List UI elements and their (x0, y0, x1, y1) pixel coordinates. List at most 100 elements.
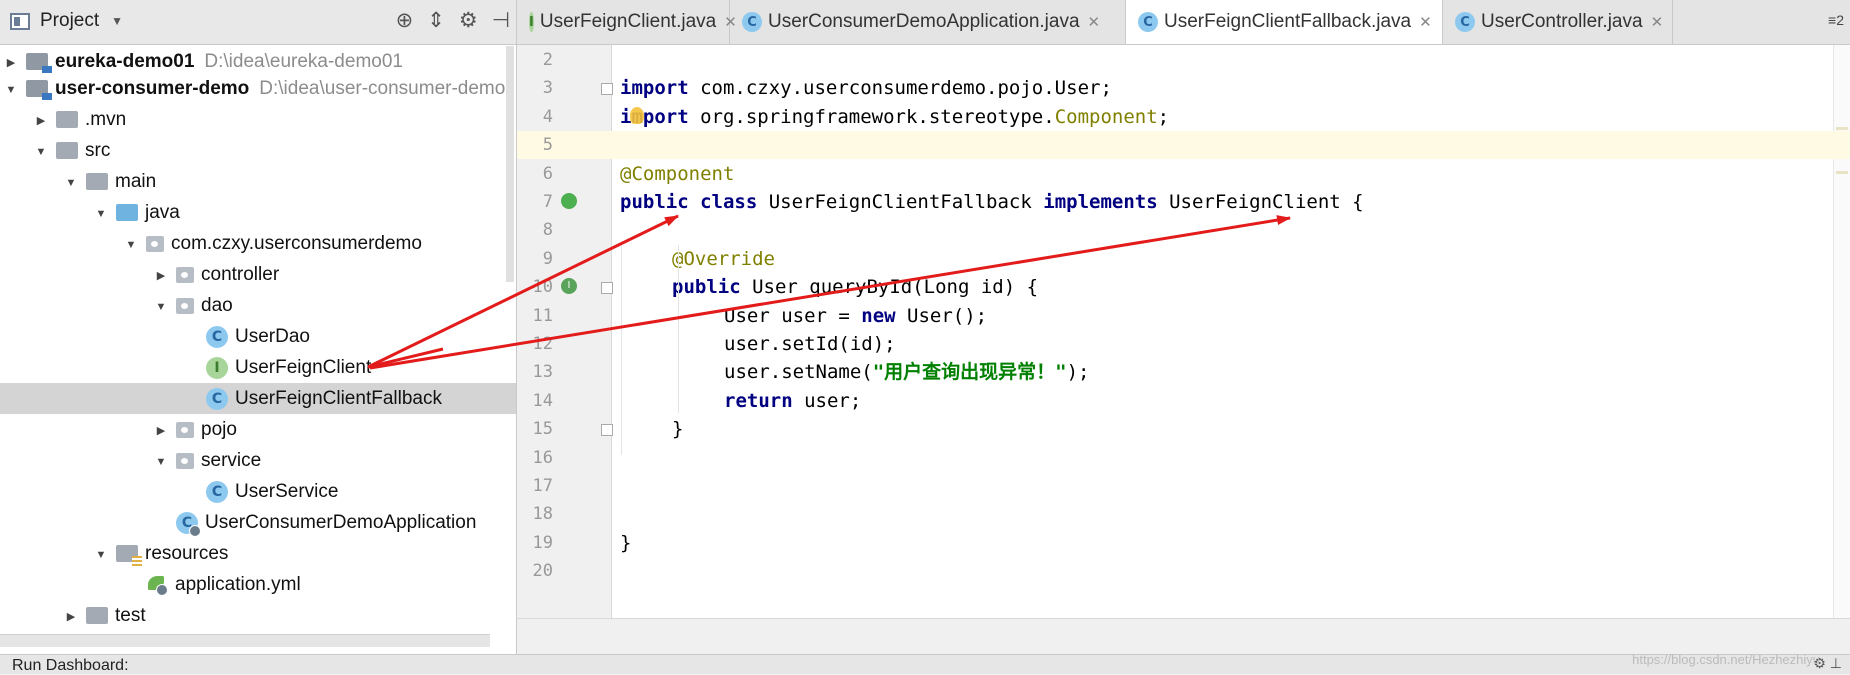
collapse-arrow-icon[interactable] (92, 205, 110, 220)
module-path: D:\idea\user-consumer-demo (259, 77, 506, 99)
tree-item-userfeignclientfallback[interactable]: C UserFeignClientFallback (0, 383, 516, 414)
code-text: public class UserFeignClientFallback imp… (620, 191, 1364, 213)
code-line[interactable]: 19} (517, 529, 1850, 557)
project-view-selector[interactable]: Project ▼ (10, 10, 123, 32)
indent-guide (678, 245, 679, 413)
expand-arrow-icon[interactable] (32, 112, 50, 127)
code-text: public User queryById(Long id) { (672, 276, 1039, 299)
line-number: 14 (532, 390, 553, 411)
run-dashboard-label[interactable]: Run Dashboard: (12, 657, 129, 675)
spring-boot-app-icon: C (742, 12, 762, 32)
tree-item-mvn[interactable]: .mvn (0, 104, 516, 135)
tree-item-userfeignclient[interactable]: I UserFeignClient (0, 352, 516, 383)
fold-marker-icon[interactable] (601, 83, 613, 96)
tree-item-label: dao (201, 294, 233, 316)
code-line[interactable]: 2 (517, 46, 1850, 74)
code-line[interactable]: 8 (517, 216, 1850, 244)
code-line[interactable]: 20 (517, 557, 1850, 585)
code-line[interactable]: 9 @Override (517, 245, 1850, 273)
project-panel: Project ▼ ⊕ ⇕ ⚙ ⊣ eureka-demo01 D:\idea\… (0, 0, 517, 654)
tab-label: UserConsumerDemoApplication.java (768, 11, 1080, 32)
watermark-text: https://blog.csdn.net/Hezhezhiyu (1632, 652, 1820, 667)
tab-userfeignclient[interactable]: I UserFeignClient.java ✕ (517, 0, 737, 44)
spring-bean-icon[interactable] (561, 193, 577, 209)
code-line[interactable]: 4 import org.springframework.stereotype.C… (517, 103, 1850, 131)
tree-item-label: main (115, 170, 157, 192)
code-line[interactable]: 14 return user; (517, 387, 1850, 415)
tree-item-userdao[interactable]: C UserDao (0, 321, 516, 352)
collapse-arrow-icon[interactable] (152, 298, 170, 313)
fold-marker-icon[interactable] (601, 424, 613, 437)
tree-item-src[interactable]: src (0, 135, 516, 166)
close-icon[interactable]: ✕ (1419, 13, 1432, 31)
tree-vertical-scrollbar[interactable] (506, 46, 514, 282)
collapse-all-icon[interactable]: ⇕ (427, 8, 445, 33)
tree-item-controller[interactable]: controller (0, 259, 516, 290)
code-line[interactable]: 15} (517, 415, 1850, 443)
code-text: @Component (620, 162, 735, 185)
code-line[interactable]: 7 public class UserFeignClientFallback im… (517, 188, 1850, 216)
tree-item-userservice[interactable]: C UserService (0, 476, 516, 507)
tree-item-package[interactable]: com.czxy.userconsumerdemo (0, 228, 516, 259)
code-line[interactable]: 11 User user = new User(); (517, 302, 1850, 330)
code-line[interactable]: 12 user.setId(id); (517, 330, 1850, 358)
collapse-arrow-icon[interactable] (92, 546, 110, 561)
line-number: 4 (542, 106, 553, 127)
tree-item-label: eureka-demo01 (55, 50, 195, 72)
line-number: 16 (532, 447, 553, 468)
collapse-arrow-icon[interactable] (122, 236, 140, 251)
line-number: 3 (542, 78, 553, 99)
code-editor[interactable]: 2 3 import com.czxy.userconsumerdemo.pojo.… (517, 45, 1850, 655)
expand-arrow-icon[interactable] (152, 267, 170, 282)
tree-item-dao[interactable]: dao (0, 290, 516, 321)
code-text: @Override (672, 247, 775, 270)
gear-icon[interactable]: ⚙ (459, 8, 478, 33)
status-bar: Run Dashboard: ⚙ ⊥ (0, 654, 1850, 674)
yaml-file-icon (146, 574, 168, 596)
code-line[interactable]: 6 @Component (517, 160, 1850, 188)
expand-arrow-icon[interactable] (152, 422, 170, 437)
code-line[interactable]: 16 (517, 444, 1850, 472)
collapse-arrow-icon[interactable] (62, 174, 80, 189)
code-line[interactable]: 18 (517, 500, 1850, 528)
expand-arrow-icon[interactable] (62, 608, 80, 623)
tree-item-application-class[interactable]: C UserConsumerDemoApplication (0, 507, 516, 538)
collapse-arrow-icon[interactable] (152, 453, 170, 468)
hide-panel-icon[interactable]: ⊣ (492, 8, 510, 33)
tab-userconsumerdemoapplication[interactable]: C UserConsumerDemoApplication.java ✕ (730, 0, 1126, 44)
interface-icon: I (206, 356, 228, 379)
tree-item-service[interactable]: service (0, 445, 516, 476)
close-icon[interactable]: ✕ (1088, 13, 1101, 31)
locate-file-icon[interactable]: ⊕ (396, 8, 414, 33)
tab-overflow-button[interactable]: ≡2 (1828, 12, 1844, 28)
tree-horizontal-scrollbar[interactable] (0, 634, 490, 647)
close-icon[interactable]: ✕ (1651, 13, 1664, 31)
class-icon: C (1455, 12, 1475, 32)
line-number: 8 (542, 220, 553, 241)
line-number: 7 (542, 192, 553, 212)
tree-item-resources[interactable]: resources (0, 538, 516, 569)
code-line[interactable]: 5 (517, 131, 1850, 160)
code-line[interactable]: 17 (517, 472, 1850, 500)
tree-item-application-yml[interactable]: application.yml (0, 569, 516, 600)
fold-marker-icon[interactable] (601, 282, 613, 295)
tab-userfeignclientfallback[interactable]: C UserFeignClientFallback.java ✕ (1126, 0, 1443, 44)
code-line[interactable]: 13 user.setName("用户查询出现异常！"); (517, 358, 1850, 386)
tree-item-label: service (201, 449, 262, 471)
lightbulb-icon[interactable] (630, 106, 644, 124)
tree-item-user-consumer-demo[interactable]: user-consumer-demo D:\idea\user-consumer… (0, 73, 516, 104)
collapse-arrow-icon[interactable] (32, 143, 50, 158)
code-line[interactable]: 3 import com.czxy.userconsumerdemo.pojo.U… (517, 74, 1850, 102)
expand-arrow-icon[interactable] (2, 54, 20, 69)
tree-item-main[interactable]: main (0, 166, 516, 197)
collapse-arrow-icon[interactable] (2, 81, 20, 96)
tab-usercontroller[interactable]: C UserController.java ✕ (1443, 0, 1673, 44)
tree-item-test[interactable]: test (0, 600, 516, 631)
line-number: 11 (532, 305, 553, 326)
line-number: 20 (532, 561, 553, 582)
line-number: 13 (532, 362, 553, 383)
resources-folder-icon (116, 545, 142, 566)
tree-item-java[interactable]: java (0, 197, 516, 228)
code-line[interactable]: 10 public User queryById(Long id) { (517, 273, 1850, 301)
tree-item-pojo[interactable]: pojo (0, 414, 516, 445)
